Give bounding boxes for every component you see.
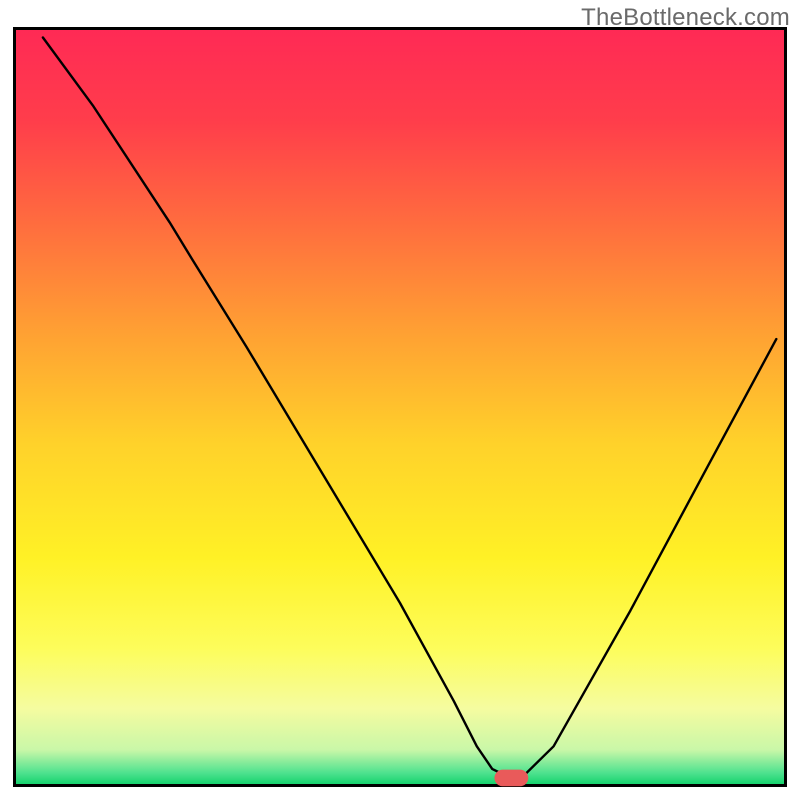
chart-container: TheBottleneck.com xyxy=(0,0,800,800)
watermark-text: TheBottleneck.com xyxy=(581,4,790,32)
bottleneck-chart xyxy=(0,0,800,800)
chart-background xyxy=(16,30,784,784)
optimal-marker xyxy=(494,770,528,787)
